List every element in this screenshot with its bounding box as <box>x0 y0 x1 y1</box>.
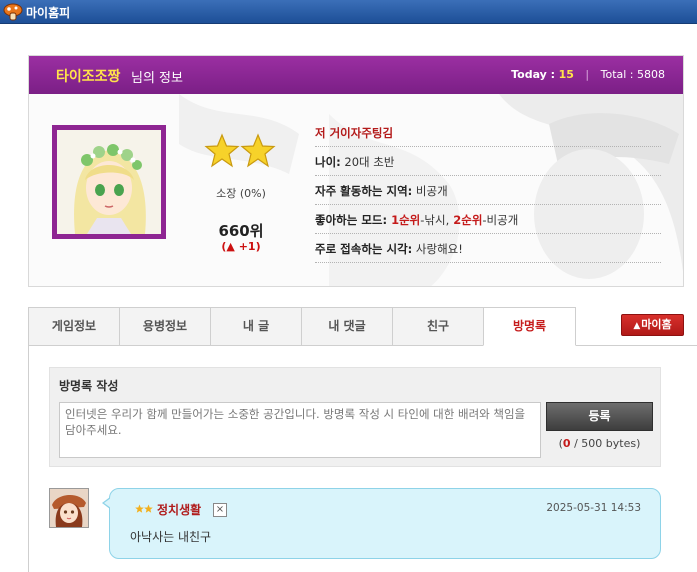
delete-entry-icon[interactable]: × <box>213 503 227 517</box>
time-value: 사랑해요! <box>412 242 463 256</box>
tab-my-posts[interactable]: 내 글 <box>210 307 301 346</box>
home-arrow-icon: ▲ <box>633 321 641 331</box>
character-portrait-icon <box>57 130 161 234</box>
guestbook-write-panel: 방명록 작성 등록 (0 / 500 bytes) <box>49 367 661 467</box>
info-row-activity: 자주 활동하는 지역: 비공개 <box>315 176 661 205</box>
profile-panel: 타이조조짱 님의 정보 Today : 15 | Total : 5808 소장… <box>28 55 684 287</box>
mushroom-logo-icon <box>3 3 23 21</box>
myhome-button-label: 마이홈 <box>641 318 672 331</box>
profile-avatar <box>52 125 166 239</box>
tab-game-info[interactable]: 게임정보 <box>28 307 119 346</box>
profile-nickname: 타이조조짱 <box>56 69 121 85</box>
profile-headline: 저 거이자주팅김 <box>315 118 661 147</box>
time-label: 주로 접속하는 시각: <box>315 242 413 256</box>
tab-friends[interactable]: 친구 <box>392 307 483 346</box>
guestbook-entry: 정치생활 × 2025-05-31 14:53 아낙사는 내친구 <box>102 488 661 559</box>
tab-my-comments[interactable]: 내 댓글 <box>301 307 392 346</box>
entry-date: 2025-05-31 14:53 <box>546 502 641 514</box>
profile-info-list: 저 거이자주팅김 나이: 20대 초반 자주 활동하는 지역: 비공개 좋아하는… <box>315 118 661 263</box>
entry-message: 아낙사는 내친구 <box>130 530 212 544</box>
profile-tabs: 게임정보 용병정보 내 글 내 댓글 친구 방명록 <box>28 307 576 346</box>
rank-change: (▲ +1) <box>221 240 261 253</box>
mode-second-rank: 2순위 <box>449 213 483 227</box>
byte-counter: (0 / 500 bytes) <box>546 437 653 450</box>
guestbook-write-heading: 방명록 작성 <box>59 379 119 393</box>
profile-name-suffix: 님의 정보 <box>131 71 183 86</box>
mode-label: 좋아하는 모드: <box>315 213 388 227</box>
myhome-button[interactable]: ▲마이홈 <box>621 314 684 336</box>
window-title: 마이홈피 <box>26 6 71 20</box>
today-count: 15 <box>558 68 574 81</box>
activity-label: 자주 활동하는 지역: <box>315 184 413 198</box>
today-label: Today : <box>511 68 556 81</box>
tab-guestbook[interactable]: 방명록 <box>483 307 576 346</box>
tab-mercenary-info[interactable]: 용병정보 <box>119 307 210 346</box>
age-label: 나이: <box>315 155 341 169</box>
info-row-time: 주로 접속하는 시각: 사랑해요! <box>315 234 661 263</box>
mode-second-value: -비공개 <box>482 213 519 227</box>
age-value: 20대 초반 <box>340 155 395 169</box>
writer-grade-stars-icon <box>135 504 153 513</box>
guestbook-input[interactable] <box>59 402 541 458</box>
window-titlebar: 마이홈피 <box>0 0 697 24</box>
bubble-tail <box>104 498 111 508</box>
byte-count: 0 <box>562 437 571 450</box>
activity-value: 비공개 <box>412 184 448 198</box>
guestbook-submit-button[interactable]: 등록 <box>546 402 653 431</box>
entry-writer-name[interactable]: 정치생활 <box>157 501 201 518</box>
byte-limit: / 500 bytes) <box>570 437 641 450</box>
tab-baseline <box>576 345 697 346</box>
entry-writer-avatar[interactable] <box>49 488 89 528</box>
grade-text: 소장 (0%) <box>216 187 266 200</box>
info-row-mode: 좋아하는 모드: 1순위-낚시, 2순위-비공개 <box>315 205 661 234</box>
writer-portrait-icon <box>50 489 88 527</box>
info-row-age: 나이: 20대 초반 <box>315 147 661 176</box>
grade-stars-icon <box>204 133 276 168</box>
stats-divider: | <box>585 68 590 81</box>
mode-first-value: -낚시, <box>420 213 450 227</box>
total-count: Total : 5808 <box>600 68 665 81</box>
profile-header: 타이조조짱 님의 정보 Today : 15 | Total : 5808 <box>29 56 683 94</box>
mode-first-rank: 1순위 <box>387 213 421 227</box>
content-border-left <box>28 345 29 572</box>
visitor-stats: Today : 15 | Total : 5808 <box>511 68 665 81</box>
rank-value: 660위 <box>218 222 264 240</box>
